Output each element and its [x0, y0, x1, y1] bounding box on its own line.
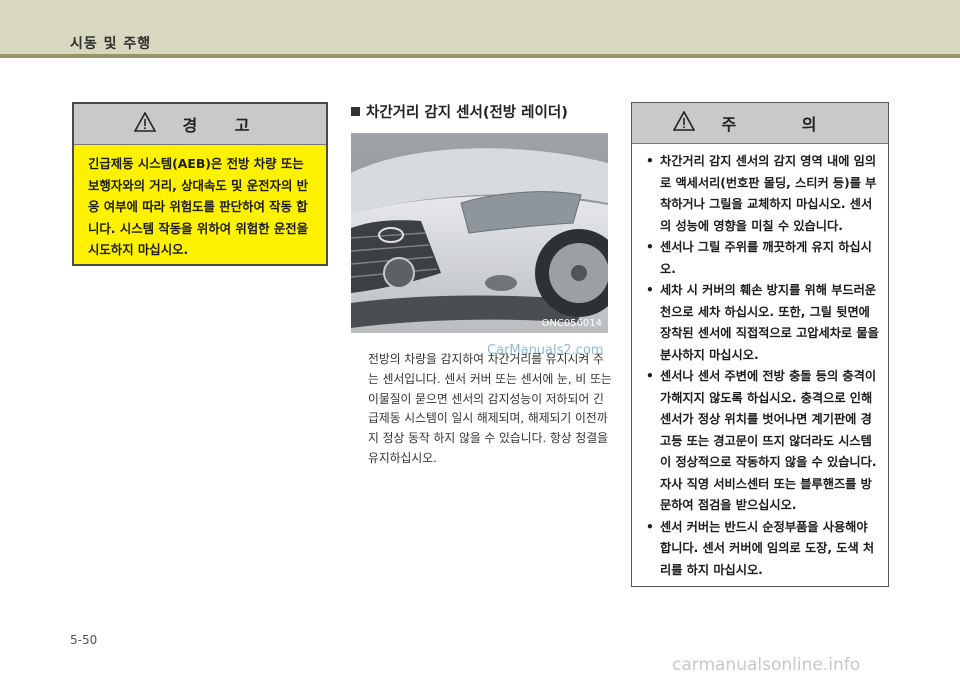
car-front-illustration	[351, 133, 608, 333]
square-bullet-icon	[351, 107, 360, 116]
caution-item: 센서나 그릴 주위를 깨끗하게 유지 하십시오.	[644, 237, 880, 280]
chapter-title: 시동 및 주행	[70, 36, 152, 52]
warning-header: 경 고	[74, 104, 326, 145]
caution-item: 차간거리 감지 센서의 감지 영역 내에 임의로 액세서리(번호판 몰딩, 스티…	[644, 151, 880, 237]
warning-triangle-icon	[134, 111, 157, 136]
caution-title: 주 의	[721, 115, 847, 134]
page-number: 5-50	[70, 633, 98, 647]
caution-item: 센서 커버는 반드시 순정부품을 사용해야 합니다. 센서 커버에 임의로 도장…	[644, 517, 880, 582]
image-code: ONC056014	[541, 318, 602, 329]
section-body: 전방의 차량을 감지하여 차간거리를 유지시켜 주는 센서입니다. 센서 커버 …	[368, 352, 612, 465]
section-title: 차간거리 감지 센서(전방 레이더)	[366, 105, 568, 121]
warning-triangle-icon	[673, 110, 696, 135]
caution-item: 센서나 센서 주변에 전방 충돌 등의 충격이 가해지지 않도록 하십시오. 충…	[644, 366, 880, 517]
warning-text: 긴급제동 시스템(AEB)은 전방 차량 또는 보행자와의 거리, 상대속도 및…	[88, 156, 309, 258]
warning-box: 경 고 긴급제동 시스템(AEB)은 전방 차량 또는 보행자와의 거리, 상대…	[72, 102, 328, 266]
caution-header: 주 의	[632, 103, 888, 144]
warning-title: 경 고	[182, 116, 266, 135]
car-front-sensor-photo: ONC056014	[351, 133, 608, 333]
caution-item: 세차 시 커버의 훼손 방지를 위해 부드러운 천으로 세차 하십시오. 또한,…	[644, 280, 880, 366]
caution-list: 차간거리 감지 센서의 감지 영역 내에 임의로 액세서리(번호판 몰딩, 스티…	[632, 144, 888, 581]
caution-box: 주 의 차간거리 감지 센서의 감지 영역 내에 임의로 액세서리(번호판 몰딩…	[631, 102, 889, 587]
page-header: 시동 및 주행	[0, 0, 960, 54]
watermark-bottom: carmanualsonline.info	[672, 655, 861, 675]
header-divider	[0, 54, 960, 58]
section-heading: 차간거리 감지 센서(전방 레이더)	[351, 101, 568, 122]
